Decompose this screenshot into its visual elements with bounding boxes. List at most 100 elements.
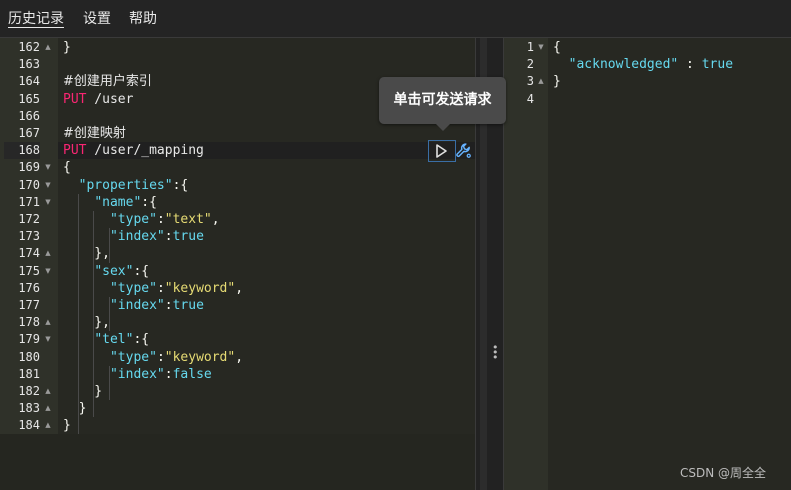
- menu-help[interactable]: 帮助: [129, 9, 157, 29]
- code-token: :{: [133, 332, 150, 348]
- code-line[interactable]: "type":"keyword",: [63, 280, 243, 297]
- fold-down-icon[interactable]: ▼: [43, 194, 53, 211]
- code-token: "sex": [94, 263, 134, 279]
- code-token: "type": [109, 349, 157, 365]
- indent-guide: [108, 297, 110, 332]
- line-number: 3: [526, 74, 534, 89]
- code-token: "name": [94, 194, 142, 210]
- line-number: 169: [18, 160, 40, 175]
- code-line[interactable]: }: [553, 73, 561, 90]
- code-line[interactable]: "index":false: [63, 366, 212, 383]
- code-token: }: [63, 40, 71, 55]
- play-icon[interactable]: [431, 141, 451, 161]
- code-line[interactable]: "sex":{: [63, 263, 149, 280]
- fold-up-icon[interactable]: ▲: [43, 383, 53, 400]
- code-token: },: [63, 315, 110, 331]
- code-line[interactable]: }: [63, 400, 87, 417]
- code-token: false: [172, 366, 212, 382]
- code-line[interactable]: PUT /user: [63, 91, 133, 108]
- code-line[interactable]: "properties":{: [63, 177, 189, 194]
- code-line[interactable]: },: [63, 245, 110, 262]
- code-line[interactable]: }: [63, 39, 71, 56]
- code-line[interactable]: "type":"text",: [63, 211, 220, 228]
- code-line[interactable]: "tel":{: [63, 331, 149, 348]
- code-token: },: [63, 246, 110, 262]
- code-line[interactable]: "type":"keyword",: [63, 349, 243, 366]
- drag-handle-icon[interactable]: • • •: [492, 342, 499, 363]
- code-token: :: [164, 229, 173, 245]
- code-token: "index": [109, 298, 165, 313]
- code-token: "index": [109, 229, 165, 245]
- code-token: {: [63, 160, 71, 176]
- code-token: :: [156, 349, 165, 365]
- code-token: PUT: [63, 143, 87, 159]
- code-line[interactable]: PUT /user/_mapping: [63, 142, 204, 159]
- code-token: ,: [211, 212, 220, 227]
- line-number: 1: [526, 40, 534, 54]
- fold-up-icon[interactable]: ▲: [536, 73, 546, 90]
- tooltip-arrow: [436, 124, 450, 131]
- code-token: ,: [235, 280, 244, 296]
- code-token: /user: [86, 91, 134, 107]
- code-line[interactable]: {: [63, 159, 71, 176]
- code-line[interactable]: #创建映射: [63, 125, 126, 142]
- code-token: :: [156, 280, 165, 296]
- response-editor[interactable]: 1 ▼ 2 3 ▲ 4 { "acknowledged" : true}: [504, 38, 791, 490]
- code-token: "type": [109, 212, 157, 227]
- fold-up-icon[interactable]: ▲: [43, 400, 53, 417]
- fold-down-icon[interactable]: ▼: [43, 263, 53, 280]
- line-number: 176: [18, 280, 40, 295]
- menu-settings[interactable]: 设置: [83, 9, 111, 29]
- line-number: 175: [18, 263, 40, 278]
- line-number: 162: [18, 40, 40, 54]
- code-token: {: [553, 40, 561, 55]
- line-number: 165: [18, 91, 40, 106]
- fold-down-icon[interactable]: ▼: [536, 39, 546, 56]
- wrench-icon[interactable]: [454, 141, 473, 160]
- fold-down-icon[interactable]: ▼: [43, 159, 53, 176]
- fold-up-icon[interactable]: ▲: [43, 245, 53, 262]
- line-number: 171: [18, 194, 40, 209]
- indent-guide: [108, 365, 110, 401]
- fold-down-icon[interactable]: ▼: [43, 177, 53, 194]
- code-line[interactable]: },: [63, 314, 110, 331]
- line-number: 174: [18, 246, 40, 261]
- send-request-tooltip: 单击可发送请求: [379, 77, 506, 124]
- line-number: 182: [18, 384, 40, 398]
- code-line[interactable]: {: [553, 39, 561, 56]
- code-line[interactable]: }: [63, 417, 71, 434]
- code-token: :{: [141, 194, 157, 210]
- code-line[interactable]: "acknowledged" : true: [553, 56, 733, 73]
- code-token: }: [63, 384, 103, 399]
- code-token: ,: [235, 349, 244, 365]
- fold-up-icon[interactable]: ▲: [43, 314, 53, 331]
- code-line[interactable]: }: [63, 383, 102, 400]
- code-line[interactable]: #创建用户索引: [63, 73, 152, 90]
- menu-history[interactable]: 历史记录: [8, 9, 64, 29]
- response-code-area[interactable]: { "acknowledged" : true}: [548, 38, 791, 490]
- code-line[interactable]: "index":true: [63, 297, 204, 314]
- code-token: /user/_mapping: [86, 143, 204, 159]
- code-token: }: [63, 418, 71, 434]
- code-token: :{: [133, 263, 150, 279]
- code-line[interactable]: "index":true: [63, 228, 204, 245]
- line-number: 177: [18, 298, 40, 312]
- code-token: PUT: [63, 91, 87, 107]
- menu-bar: 历史记录 设置 帮助: [0, 0, 791, 38]
- fold-down-icon[interactable]: ▼: [43, 331, 53, 348]
- line-number: 178: [18, 315, 40, 330]
- line-number: 184: [18, 418, 40, 433]
- fold-up-icon[interactable]: ▲: [43, 39, 53, 56]
- code-token: "acknowledged": [568, 57, 679, 73]
- line-number: 172: [18, 212, 40, 226]
- fold-up-icon[interactable]: ▲: [43, 417, 53, 434]
